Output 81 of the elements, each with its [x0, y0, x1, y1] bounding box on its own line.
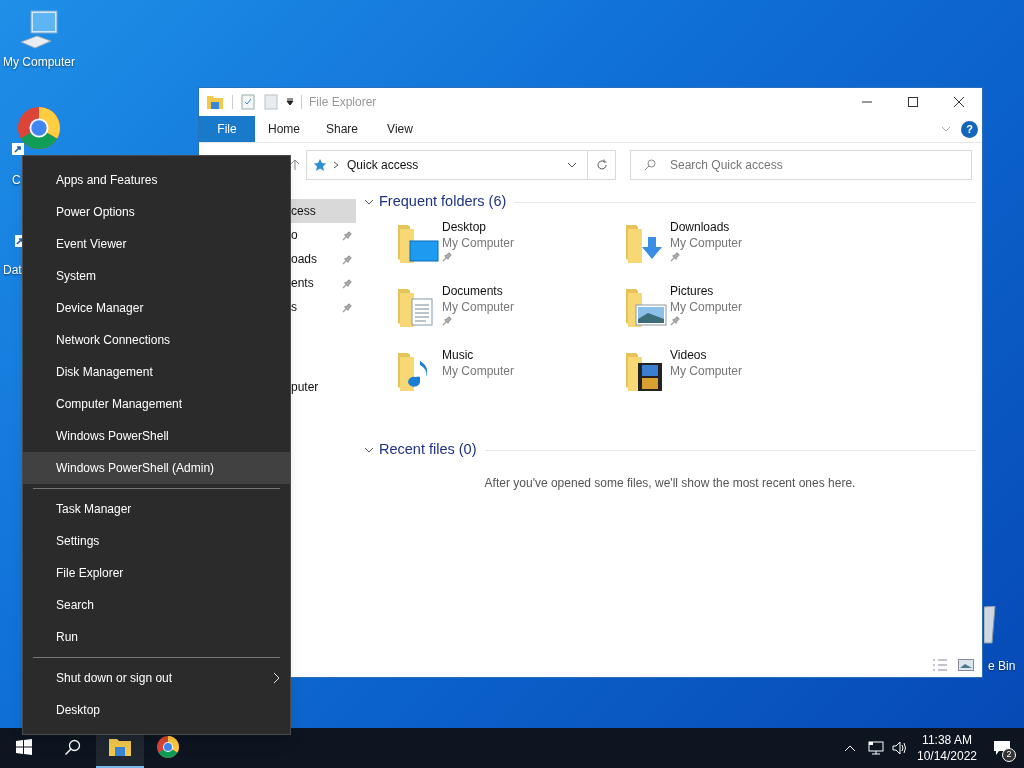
folder-location: My Computer	[442, 363, 515, 379]
folder-icon[interactable]	[206, 94, 224, 110]
folder-location: My Computer	[670, 299, 743, 315]
chrome-icon[interactable]	[156, 735, 180, 759]
folder-name: Music	[442, 347, 475, 363]
collapse-icon[interactable]	[364, 447, 374, 453]
section-header: Recent files (0)	[379, 440, 477, 460]
pin-icon	[442, 251, 453, 262]
icon-label: My Computer	[3, 56, 75, 68]
window-title: File Explorer	[309, 94, 377, 111]
notification-count: 2	[1002, 748, 1016, 762]
close-icon	[953, 96, 965, 108]
menu-item[interactable]: Network Connections	[23, 324, 290, 356]
menu-item[interactable]: Disk Management	[23, 356, 290, 388]
folder-location: My Computer	[442, 235, 515, 251]
section-header: Frequent folders (6)	[379, 192, 507, 212]
menu-item[interactable]: Task Manager	[23, 493, 290, 525]
up-arrow-icon[interactable]	[290, 159, 300, 171]
folder-tile[interactable]: Pictures My Computer	[624, 283, 852, 347]
search-icon	[644, 159, 656, 171]
search-field[interactable]: Search Quick access	[630, 150, 972, 180]
folder-name: Documents	[442, 283, 504, 299]
address-bar[interactable]: Quick access	[306, 150, 616, 180]
folder-tile[interactable]: Downloads My Computer	[624, 219, 852, 283]
ribbon-tab[interactable]: File	[199, 116, 255, 142]
folder-tile[interactable]: Music My Computer	[396, 347, 624, 411]
folder-tile[interactable]: Desktop My Computer	[396, 219, 624, 283]
address-text: Quick access	[347, 157, 420, 174]
chevron-up-icon[interactable]	[844, 744, 856, 752]
ribbon-tab[interactable]: View	[371, 116, 429, 142]
pin-icon	[342, 253, 353, 265]
menu-item[interactable]: Search	[23, 589, 290, 621]
clock[interactable]: 11:38 AM 10/14/2022	[914, 732, 980, 764]
menu-item[interactable]: Computer Management	[23, 388, 290, 420]
breadcrumb-chevron-icon	[333, 161, 339, 169]
pin-icon	[442, 315, 453, 326]
dropdown-icon[interactable]	[286, 98, 294, 106]
icon-label: Dat	[3, 263, 22, 277]
menu-item[interactable]: File Explorer	[23, 557, 290, 589]
menu-item[interactable]: Settings	[23, 525, 290, 557]
maximize-icon	[908, 97, 918, 107]
folder-icon	[108, 737, 132, 757]
volume-icon[interactable]	[892, 741, 908, 755]
shortcut-arrow-icon	[12, 143, 24, 155]
star-icon	[313, 158, 327, 172]
folder-location: My Computer	[670, 235, 743, 251]
folder-location: My Computer	[670, 363, 743, 379]
ribbon-tab[interactable]: Home	[255, 116, 313, 142]
windows-logo-icon	[16, 739, 32, 755]
menu-item[interactable]: Shut down or sign out	[23, 662, 290, 694]
pin-icon	[342, 277, 353, 289]
search-icon	[63, 738, 81, 756]
chevron-right-icon	[273, 672, 280, 684]
pin-icon	[670, 315, 681, 326]
ribbon-tab[interactable]: Share	[313, 116, 371, 142]
menu-item[interactable]: Run	[23, 621, 290, 653]
message-icon	[993, 740, 1011, 756]
folder-name: Desktop	[442, 219, 488, 235]
folder-name: Downloads	[670, 219, 731, 235]
empty-message: After you've opened some files, we'll show the most recent ones here.	[484, 475, 856, 492]
folder-tile[interactable]: Videos My Computer	[624, 347, 852, 411]
collapse-icon[interactable]	[364, 199, 374, 205]
pin-icon	[342, 229, 353, 241]
network-icon[interactable]	[868, 741, 884, 755]
menu-item[interactable]: Windows PowerShell	[23, 420, 290, 452]
menu-item[interactable]: Windows PowerShell (Admin)	[23, 452, 290, 484]
large-icons-view-icon[interactable]	[958, 659, 974, 671]
icon-label: C	[12, 173, 21, 187]
menu-item[interactable]: Desktop	[23, 694, 290, 726]
folder-tile[interactable]: Documents My Computer	[396, 283, 624, 347]
folder-name: Pictures	[670, 283, 715, 299]
folder-name: Videos	[670, 347, 708, 363]
menu-item[interactable]: Apps and Features	[23, 164, 290, 196]
pin-icon	[342, 301, 353, 313]
folder-location: My Computer	[442, 299, 515, 315]
icon-label: e Bin	[988, 659, 1016, 673]
help-icon[interactable]: ?	[961, 120, 978, 138]
notifications-button[interactable]: 2	[980, 728, 1024, 768]
refresh-icon	[595, 159, 608, 171]
dropdown-icon[interactable]	[567, 162, 577, 168]
pin-icon	[670, 251, 681, 262]
